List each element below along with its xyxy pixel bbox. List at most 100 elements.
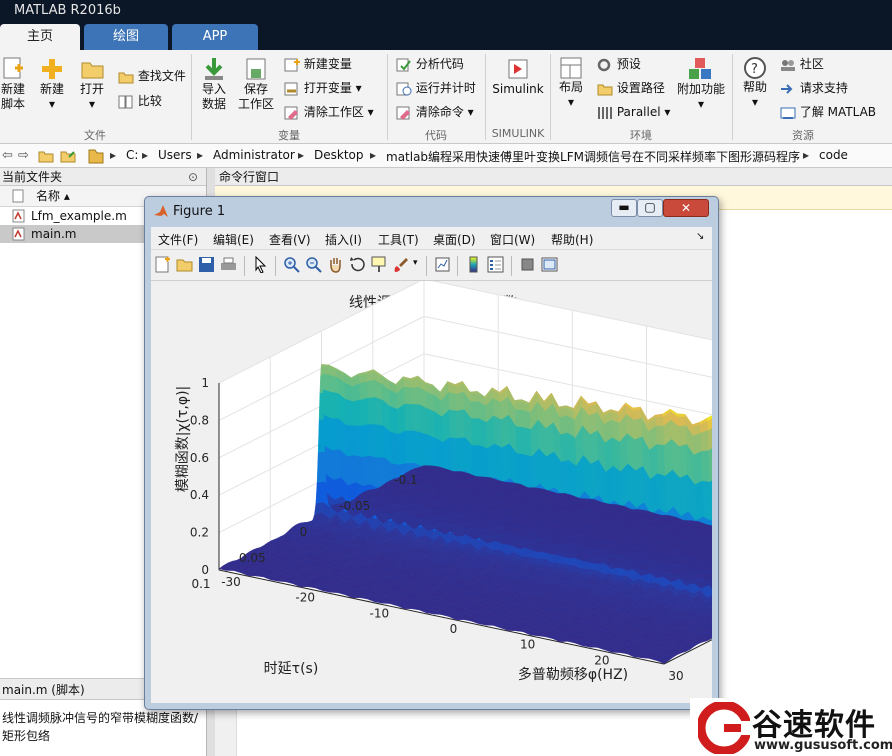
breadcrumb-users[interactable]: Users (158, 148, 192, 162)
pan-icon[interactable] (327, 256, 344, 273)
new-button[interactable]: 新建 ▾ (36, 56, 68, 112)
preferences-button[interactable]: 预设 (597, 56, 641, 72)
breadcrumb-drive[interactable]: C: (126, 148, 138, 162)
surface-plot[interactable]: 线性调频脉冲信号模糊函数 -30-20-100102030-0.1-0.0500… (151, 281, 712, 703)
menu-tools[interactable]: 工具(T) (378, 231, 419, 248)
simulink-label: Simulink (492, 82, 544, 96)
surface-patch (479, 445, 489, 481)
surface-patch (316, 451, 326, 483)
menu-help[interactable]: 帮助(H) (551, 231, 593, 248)
forward-arrow-icon[interactable]: ⇨ (18, 148, 29, 163)
show-tools-icon[interactable] (541, 256, 558, 273)
hide-tools-icon[interactable] (519, 256, 536, 273)
surface-patch (412, 430, 422, 467)
clear-commands-button[interactable]: 清除命令 ▾ (396, 104, 474, 120)
breadcrumb-separator: ▸ (110, 148, 117, 162)
new-figure-icon[interactable] (154, 256, 171, 273)
link-plot-icon[interactable] (434, 256, 451, 273)
surface-patch (472, 445, 481, 479)
open-button[interactable]: 打开 ▾ (76, 56, 108, 112)
back-arrow-icon[interactable]: ⇦ (2, 148, 13, 163)
minimize-button[interactable]: ▬ (611, 199, 637, 217)
learn-matlab-button[interactable]: 了解 MATLAB (780, 104, 876, 120)
open-label: 打开 (79, 82, 104, 96)
zoom-out-icon[interactable] (305, 256, 322, 273)
save-workspace-button[interactable]: 保存 工作区 (236, 56, 276, 112)
save-icon[interactable] (198, 256, 215, 273)
up-folder-icon[interactable] (38, 148, 54, 164)
surface-patch (514, 401, 523, 411)
breadcrumb-project-folder[interactable]: matlab编程采用快速傅里叶变换LFM调频信号在不同采样频率下图形源码程序 (386, 148, 800, 165)
minimize-icon: ▬ (618, 200, 630, 214)
dock-arrow-icon[interactable]: ↘ (696, 231, 704, 242)
menu-window[interactable]: 窗口(W) (490, 231, 535, 248)
breadcrumb-desktop[interactable]: Desktop (314, 148, 364, 162)
zoom-in-icon[interactable] (283, 256, 300, 273)
colorbar-icon[interactable] (465, 256, 482, 273)
chevron-down-icon[interactable]: ▾ (413, 258, 418, 268)
close-button[interactable]: ✕ (663, 199, 709, 217)
surface-patch (353, 425, 363, 458)
surface-patch (434, 411, 443, 443)
surface-patch (635, 466, 644, 509)
surface-patch (369, 455, 379, 489)
tab-apps[interactable]: APP (172, 24, 258, 50)
breadcrumb-administrator[interactable]: Administrator (213, 148, 295, 162)
file-description-line: 矩形包络 (2, 729, 51, 743)
analyze-code-button[interactable]: 分析代码 (396, 56, 464, 72)
surface-patch (366, 379, 376, 399)
maximize-button[interactable]: ▢ (637, 199, 663, 217)
print-icon[interactable] (220, 256, 237, 273)
tab-plots[interactable]: 绘图 (84, 24, 168, 50)
parallel-button[interactable]: Parallel ▾ (597, 104, 670, 120)
open-file-icon[interactable] (176, 256, 193, 273)
find-files-button[interactable]: 查找文件 (118, 68, 186, 84)
menu-view[interactable]: 查看(V) (269, 231, 311, 248)
open-variable-button[interactable]: 打开变量 ▾ (284, 80, 362, 96)
panel-menu-chevron-icon[interactable]: ⊙ (188, 168, 198, 186)
help-button[interactable]: ? 帮助 ▾ (738, 56, 772, 110)
menu-insert[interactable]: 插入(I) (325, 231, 362, 248)
surface-patch (345, 424, 355, 457)
addons-button[interactable]: 附加功能 ▾ (676, 56, 726, 112)
community-button[interactable]: 社区 (780, 56, 824, 72)
simulink-button[interactable]: Simulink (490, 56, 546, 97)
request-support-button[interactable]: 请求支持 (780, 80, 848, 96)
surface-patch (634, 436, 644, 471)
new-script-button[interactable]: 新建 脚本 (0, 56, 26, 112)
surface-patch (397, 430, 407, 466)
clear-workspace-button[interactable]: 清除工作区 ▾ (284, 104, 374, 120)
brush-icon[interactable] (393, 256, 410, 273)
data-cursor-icon[interactable] (371, 256, 388, 273)
import-data-button[interactable]: 导入 数据 (198, 56, 230, 112)
current-folder-title: 当前文件夹 (2, 170, 63, 184)
compare-button[interactable]: 比较 (118, 93, 162, 109)
legend-icon[interactable] (487, 256, 504, 273)
pointer-icon[interactable] (252, 256, 269, 273)
new-variable-button[interactable]: 新建变量 (284, 56, 352, 72)
addons-label: 附加功能 (676, 82, 725, 96)
run-and-time-button[interactable]: 运行并计时 (396, 80, 476, 96)
surface-patch (354, 455, 364, 487)
figure-window[interactable]: Figure 1 ▬ ▢ ✕ 文件(F) 编辑(E) 查看(V) 插入(I) 工… (144, 196, 719, 710)
rotate-3d-icon[interactable] (349, 256, 366, 273)
browse-folder-icon[interactable] (60, 148, 78, 164)
breadcrumb-separator: ▸ (142, 148, 149, 162)
breadcrumb-separator: ▸ (370, 148, 377, 162)
set-path-button[interactable]: 设置路径 (597, 80, 665, 96)
tab-home[interactable]: 主页 (0, 24, 80, 50)
layout-button[interactable]: 布局 ▾ (554, 56, 588, 110)
clear-workspace-label: 清除工作区 (303, 105, 364, 119)
breadcrumb-code[interactable]: code (819, 148, 848, 162)
section-simulink: SIMULINK (491, 127, 545, 140)
menu-file[interactable]: 文件(F) (158, 231, 198, 248)
run-time-icon (396, 82, 412, 95)
surface-patch (405, 430, 415, 464)
figure-canvas[interactable]: 线性调频脉冲信号模糊函数 -30-20-100102030-0.1-0.0500… (151, 281, 712, 703)
surface-patch (522, 409, 532, 430)
simulink-icon (508, 59, 528, 79)
menu-edit[interactable]: 编辑(E) (213, 231, 254, 248)
surface-patch (411, 386, 420, 405)
menu-desktop[interactable]: 桌面(D) (433, 231, 476, 248)
file-type-icon (12, 189, 24, 203)
